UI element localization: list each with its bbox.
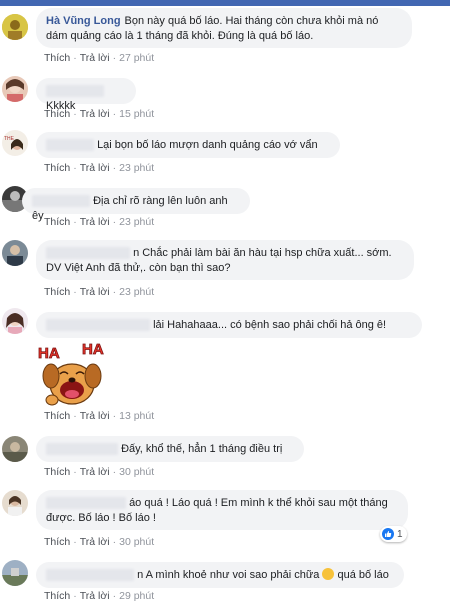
comment-actions: Thích · Trả lời · 29 phút: [44, 590, 154, 602]
comment-bubble: Kkkkk: [36, 78, 136, 112]
like-link[interactable]: Thích: [44, 590, 70, 602]
dot-separator: ·: [73, 162, 77, 174]
reply-link[interactable]: Trả lời: [80, 410, 110, 422]
grinning-sweat-emoji-icon: [322, 568, 335, 580]
comment-time[interactable]: 23 phút: [119, 162, 154, 174]
avatar[interactable]: THE: [2, 130, 28, 156]
svg-text:THE: THE: [4, 136, 15, 142]
blurred-name: [46, 319, 150, 332]
comment-actions: Thích · Trả lời · 13 phút: [44, 410, 154, 422]
like-link[interactable]: Thích: [44, 162, 70, 174]
reaction-count: 1: [397, 528, 403, 540]
blurred-name: [32, 195, 90, 208]
dot-separator: ·: [73, 536, 77, 548]
dot-separator: ·: [112, 216, 117, 228]
like-link[interactable]: Thích: [44, 286, 70, 298]
reply-link[interactable]: Trả lời: [80, 162, 110, 174]
comment-bubble: n A mình khoẻ như voi sao phải chữa quá …: [36, 562, 404, 588]
comment-time[interactable]: 23 phút: [119, 216, 154, 228]
avatar[interactable]: [2, 240, 28, 266]
like-link[interactable]: Thích: [44, 410, 70, 422]
reply-link[interactable]: Trả lời: [80, 52, 110, 64]
dot-separator: ·: [73, 108, 77, 120]
reply-link[interactable]: Trả lời: [80, 590, 110, 602]
reply-link[interactable]: Trả lời: [80, 286, 110, 298]
comment-actions: Thích · Trả lời · 23 phút: [44, 216, 154, 228]
avatar[interactable]: [2, 14, 28, 40]
reaction-count-badge[interactable]: 1: [380, 526, 407, 542]
dot-separator: ·: [112, 52, 117, 64]
avatar[interactable]: [2, 490, 28, 516]
comment-actions: Thích · Trả lời · 15 phút: [44, 108, 154, 120]
like-link[interactable]: Thích: [44, 466, 70, 478]
comment-bubble: Lại bọn bố láo mượn danh quảng cáo vớ vẩ…: [36, 132, 340, 158]
like-link[interactable]: Thích: [44, 108, 70, 120]
reply-link[interactable]: Trả lời: [80, 466, 110, 478]
avatar[interactable]: [2, 308, 28, 334]
comment-actions: Thích · Trả lời · 23 phút: [44, 286, 154, 298]
dot-separator: ·: [73, 52, 77, 64]
dot-separator: ·: [73, 286, 77, 298]
blurred-name: [46, 443, 118, 456]
comment-bubble: lải Hahahaaa... có bệnh sao phải chối hả…: [36, 312, 422, 338]
comment-text: Đấy, khổ thế, hẳn 1 tháng điều trị: [121, 443, 283, 455]
avatar[interactable]: [2, 560, 28, 586]
dot-separator: ·: [112, 536, 117, 548]
dot-separator: ·: [112, 286, 117, 298]
blurred-name: [46, 139, 94, 152]
comment-time[interactable]: 29 phút: [119, 590, 154, 602]
dot-separator: ·: [73, 590, 77, 602]
comment-actions: Thích · Trả lời · 30 phút: [44, 536, 154, 548]
comment-time[interactable]: 27 phút: [119, 52, 154, 64]
dot-separator: ·: [112, 590, 117, 602]
sticker-text-left: HA: [38, 345, 60, 362]
blurred-name: [46, 569, 134, 582]
dot-separator: ·: [73, 410, 77, 422]
comment-text: Lại bọn bố láo mượn danh quảng cáo vớ vẩ…: [97, 139, 318, 151]
comment-bubble: n Chắc phải làm bài ăn hàu tại hsp chữa …: [36, 240, 414, 280]
laughing-dog-sticker: HA HA: [36, 338, 110, 408]
comment-bubble: áo quá ! Láo quá ! Em mình k thể khỏi sa…: [36, 490, 408, 530]
top-bar: [0, 0, 450, 6]
comment-time[interactable]: 23 phút: [119, 286, 154, 298]
commenter-name[interactable]: Hà Vũng Long: [46, 15, 121, 27]
avatar[interactable]: [2, 76, 28, 102]
blurred-name: [46, 247, 130, 260]
like-icon: [382, 528, 394, 540]
comment-bubble: Đấy, khổ thế, hẳn 1 tháng điều trị: [36, 436, 304, 462]
comment-text: n A mình khoẻ như voi sao phải chữa: [137, 569, 320, 581]
blurred-name: [46, 85, 104, 98]
like-link[interactable]: Thích: [44, 536, 70, 548]
dot-separator: ·: [112, 410, 117, 422]
comment-actions: Thích · Trả lời · 23 phút: [44, 162, 154, 174]
like-link[interactable]: Thích: [44, 216, 70, 228]
blurred-name: [46, 497, 126, 510]
dot-separator: ·: [112, 162, 117, 174]
comment-time[interactable]: 30 phút: [119, 536, 154, 548]
comment-time[interactable]: 15 phút: [119, 108, 154, 120]
sticker-text-right: HA: [82, 341, 104, 358]
comment-bubble: Hà Vũng Long Bọn này quá bố láo. Hai thán…: [36, 8, 412, 48]
dot-separator: ·: [73, 466, 77, 478]
comment-bubble: Địa chỉ rõ ràng lên luôn anh êy: [22, 188, 250, 222]
comment-actions: Thích · Trả lời · 30 phút: [44, 466, 154, 478]
reply-link[interactable]: Trả lời: [80, 108, 110, 120]
avatar[interactable]: [2, 436, 28, 462]
dot-separator: ·: [73, 216, 77, 228]
dot-separator: ·: [112, 108, 117, 120]
dot-separator: ·: [112, 466, 117, 478]
comment-text-after: quá bố láo: [337, 569, 389, 581]
reply-link[interactable]: Trả lời: [80, 536, 110, 548]
comment-time[interactable]: 30 phút: [119, 466, 154, 478]
comment-text: lải Hahahaaa... có bệnh sao phải chối hả…: [153, 319, 387, 331]
comment-time[interactable]: 13 phút: [119, 410, 154, 422]
reply-link[interactable]: Trả lời: [80, 216, 110, 228]
comment-actions: Thích · Trả lời · 27 phút: [44, 52, 154, 64]
like-link[interactable]: Thích: [44, 52, 70, 64]
